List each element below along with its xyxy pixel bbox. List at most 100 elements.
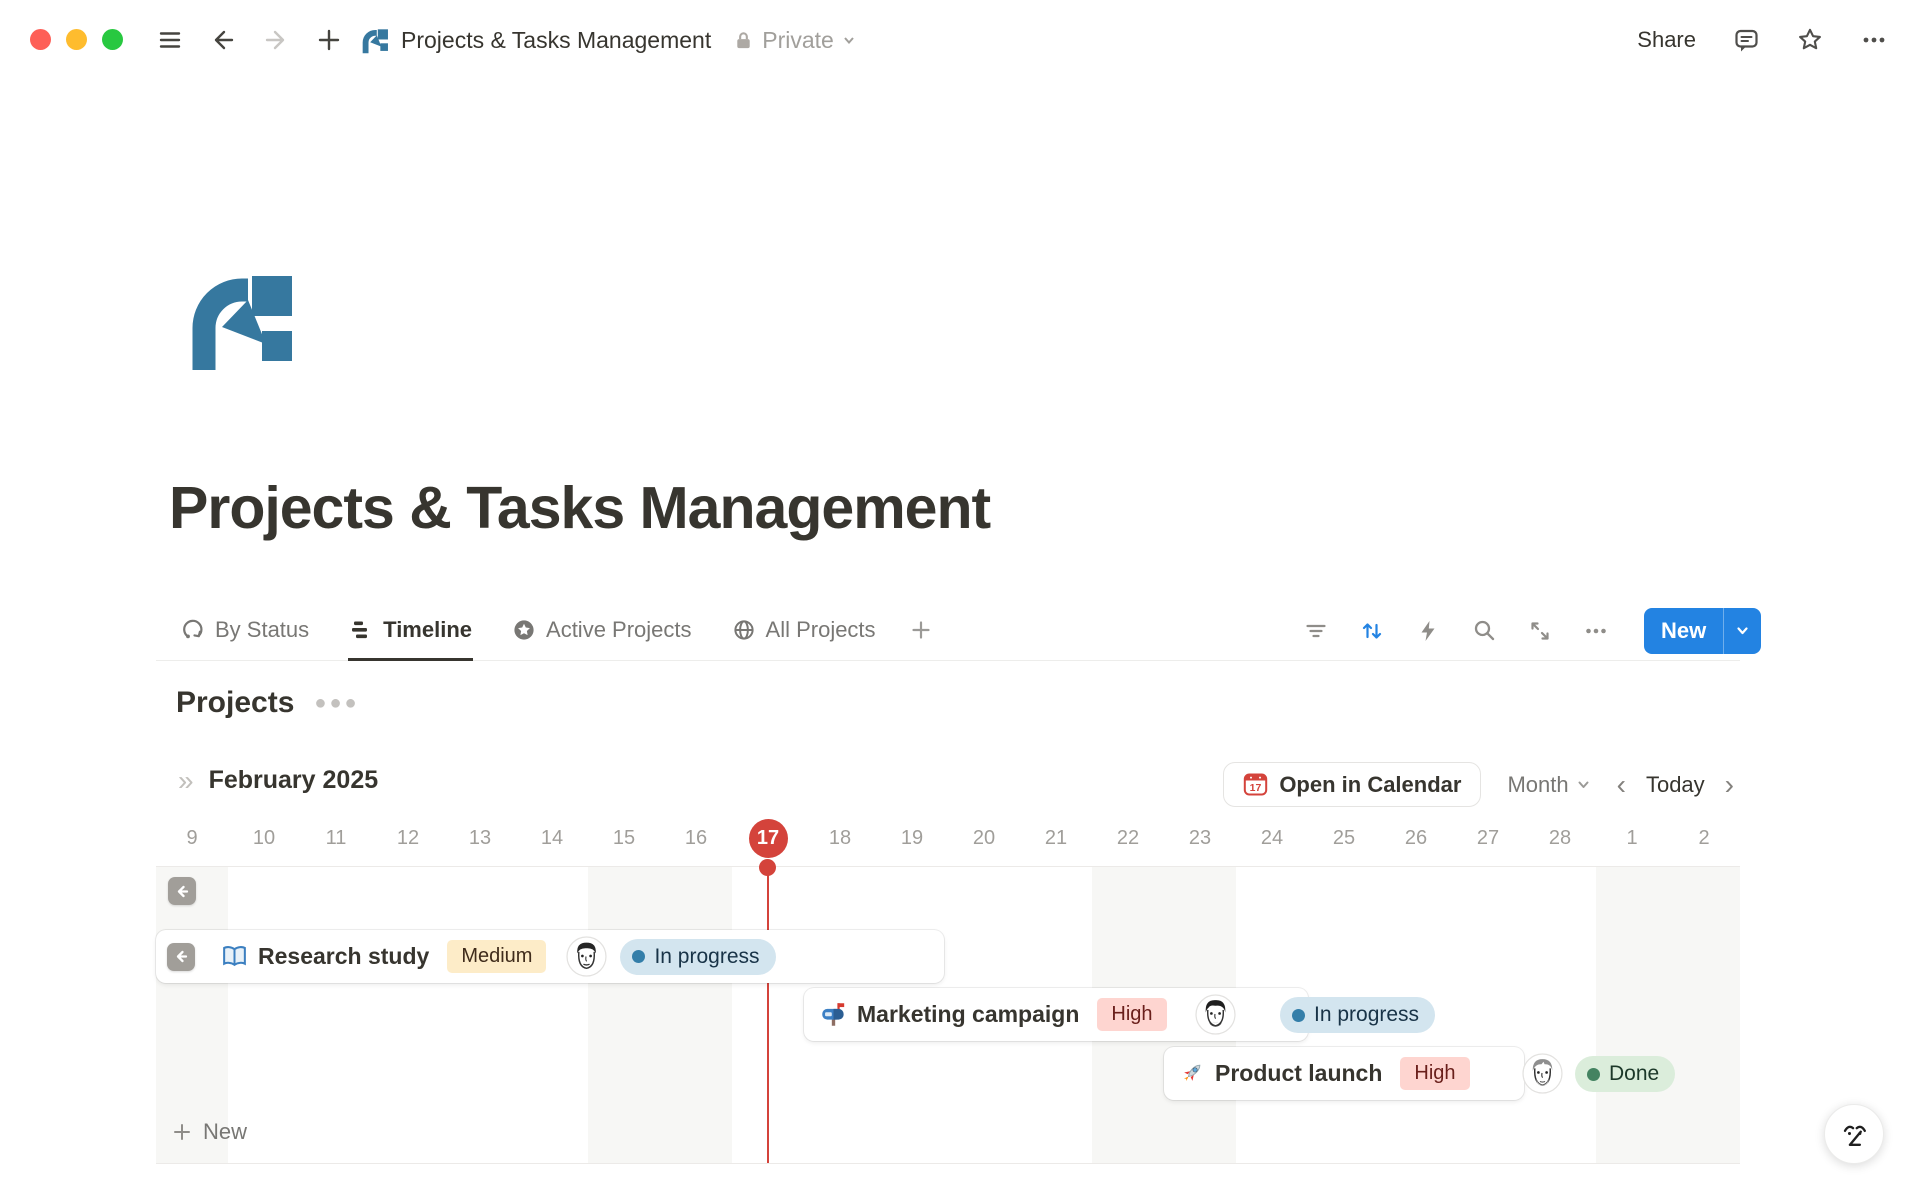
day-label: 14 [516,810,588,866]
topbar-actions: Share [1637,20,1888,60]
traffic-lights [30,29,123,50]
plus-icon [172,1122,192,1142]
svg-text:17: 17 [1250,782,1262,794]
breadcrumb: Projects & Tasks Management Private [360,20,856,60]
mailbox-icon [820,1001,847,1028]
share-button[interactable]: Share [1637,27,1696,53]
nav-controls [156,20,343,60]
sort-icon[interactable] [1358,617,1386,645]
zoom-level-value: Month [1507,772,1568,798]
window-topbar: Projects & Tasks Management Private Shar… [0,0,1920,80]
new-button[interactable]: New [1644,618,1723,644]
minimize-window-button[interactable] [66,29,87,50]
day-label: 9 [156,810,228,866]
assignee-avatar [1195,994,1236,1035]
timeline-controls: 17 Open in Calendar Month ‹ Today › [1223,762,1734,807]
double-chevron-icon[interactable]: » [178,767,194,795]
lock-icon [733,30,754,51]
tab-all-projects[interactable]: All Projects [731,601,877,661]
day-label: 25 [1308,810,1380,866]
today-line [767,867,769,1163]
day-label: 16 [660,810,732,866]
more-options-icon[interactable] [1860,26,1888,54]
tab-by-status[interactable]: By Status [180,601,310,661]
open-in-calendar-button[interactable]: 17 Open in Calendar [1223,762,1481,807]
add-view-button[interactable] [909,601,933,661]
forward-icon[interactable] [262,26,290,54]
expand-icon[interactable] [1526,617,1554,645]
calendar-icon: 17 [1243,772,1268,797]
plus-icon [910,619,932,641]
new-button-dropdown[interactable] [1724,608,1761,654]
sidebar-menu-icon[interactable] [156,26,184,54]
day-label: 26 [1380,810,1452,866]
tab-timeline[interactable]: Timeline [348,601,473,661]
prev-month-icon[interactable]: ‹ [1617,771,1626,799]
open-book-icon [221,943,248,970]
globe-icon [732,618,756,642]
privacy-dropdown[interactable]: Private [733,27,856,54]
tab-label: By Status [215,617,309,643]
status-badge: In progress [620,939,775,975]
status-dot [1587,1068,1600,1081]
open-in-calendar-label: Open in Calendar [1279,772,1461,798]
close-window-button[interactable] [30,29,51,50]
back-icon[interactable] [209,26,237,54]
add-new-item-button[interactable]: New [172,1113,247,1151]
chevron-down-icon [1576,777,1591,792]
item-title: Product launch [1215,1060,1382,1087]
next-month-icon[interactable]: › [1725,771,1734,799]
scroll-to-item-button[interactable] [168,877,196,905]
period-label: February 2025 [209,766,379,795]
lightning-icon[interactable] [1414,617,1442,645]
day-label: 27 [1452,810,1524,866]
new-page-icon[interactable] [315,26,343,54]
tab-active-projects[interactable]: Active Projects [511,601,693,661]
assignee-avatar [566,936,607,977]
timeline-nav: ‹ Today › [1617,771,1734,799]
tab-label: All Projects [766,617,876,643]
notion-ai-button[interactable] [1824,1104,1884,1164]
timeline-canvas: Research study Medium In progress Market… [156,866,1740,1164]
privacy-label: Private [762,27,834,54]
timeline-period: » February 2025 [178,766,378,795]
view-toolbar: New [1302,600,1761,661]
section-more-icon[interactable]: ●●● [314,692,359,715]
page-logo[interactable] [182,270,300,370]
status-loop-icon [181,618,205,642]
today-button[interactable]: Today [1646,772,1705,798]
search-icon[interactable] [1470,617,1498,645]
day-label: 2 [1668,810,1740,866]
zoom-level-dropdown[interactable]: Month [1507,772,1590,798]
zoom-window-button[interactable] [102,29,123,50]
assignee-avatar [1522,1053,1563,1094]
scroll-to-start-button[interactable] [167,943,195,971]
status-dot [1292,1009,1305,1022]
section-head: Projects ●●● [176,686,360,720]
comments-icon[interactable] [1732,26,1760,54]
rocket-icon [1178,1060,1205,1087]
day-label: 28 [1524,810,1596,866]
filter-icon[interactable] [1302,617,1330,645]
chevron-down-icon [842,33,856,47]
timeline-item-product-launch[interactable]: Product launch High [1164,1047,1524,1100]
page-title: Projects & Tasks Management [169,474,990,542]
day-label: 19 [876,810,948,866]
timeline-bars-icon [349,618,373,642]
day-label: 20 [948,810,1020,866]
today-line-dot [759,859,776,876]
timeline-item-research-study[interactable]: Research study Medium In progress [156,930,944,983]
app-window: Projects & Tasks Management Private Shar… [0,0,1920,1200]
priority-badge: High [1400,1057,1469,1090]
day-label: 10 [228,810,300,866]
star-circle-icon [512,618,536,642]
day-label: 22 [1092,810,1164,866]
view-more-icon[interactable] [1582,617,1610,645]
day-label: 13 [444,810,516,866]
favorite-star-icon[interactable] [1796,26,1824,54]
weekend-band [588,867,732,1163]
timeline-item-marketing-campaign[interactable]: Marketing campaign High [804,988,1308,1041]
day-label: 12 [372,810,444,866]
breadcrumb-page-title[interactable]: Projects & Tasks Management [401,27,711,54]
day-label: 23 [1164,810,1236,866]
